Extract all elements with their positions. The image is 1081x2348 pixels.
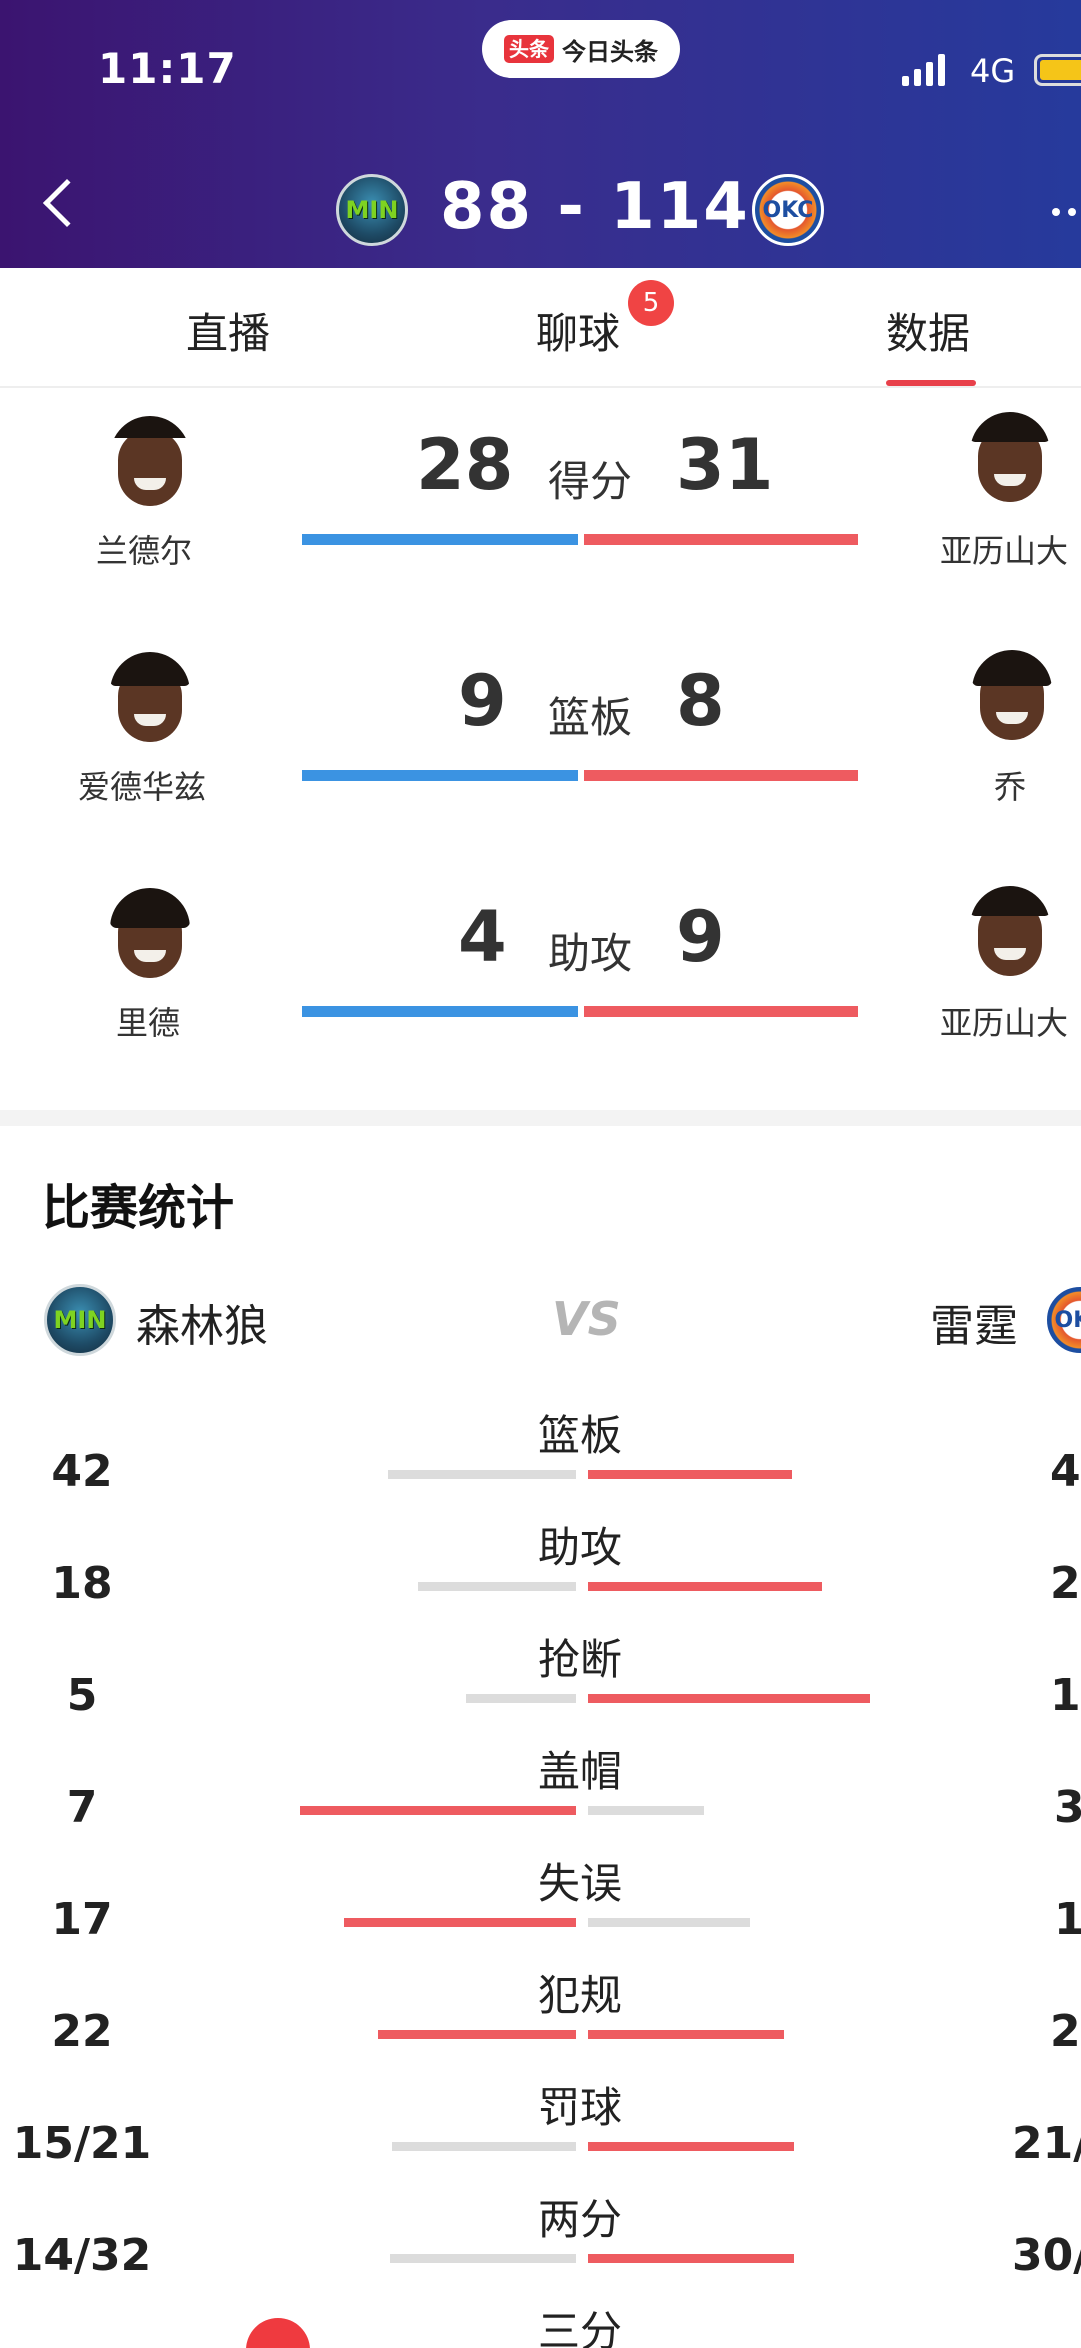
leader-stat-label-2: 篮板 (548, 693, 633, 742)
stat-bar-right-free-throws (588, 2142, 794, 2151)
app-source-pill[interactable]: 头条 今日头条 (482, 20, 680, 78)
stat-label-three-pointers: 三分 (537, 2307, 622, 2348)
leader-bar-left-3 (302, 1006, 578, 1017)
leader-bar-left-2 (302, 770, 578, 781)
leader-right-name-3[interactable]: 亚历山大 (940, 998, 1068, 1044)
tab-live[interactable]: 直播 (186, 300, 270, 361)
player-avatar-right-3[interactable] (970, 886, 1050, 976)
stat-bar-right-assists (588, 1582, 822, 1591)
stat-right-free-throws: 21/ (1012, 2118, 1081, 2169)
stat-label-free-throws: 罚球 (537, 2083, 622, 2132)
stat-left-two-pointers: 14/32 (12, 2230, 152, 2281)
network-type: 4G (970, 52, 1016, 90)
game-score: 88 - 114 (440, 170, 750, 244)
tab-chat[interactable]: 聊球 (536, 300, 620, 361)
stat-bar-left-assists (418, 1582, 576, 1591)
stat-bar-left-rebounds (388, 1470, 576, 1479)
tab-stats[interactable]: 数据 (886, 300, 970, 361)
stat-label-rebounds: 篮板 (537, 1411, 622, 1460)
stat-bar-right-rebounds (588, 1470, 792, 1479)
player-avatar-left-1[interactable] (110, 416, 190, 506)
leader-right-value-1: 31 (676, 424, 774, 506)
stat-label-steals: 抢断 (537, 1635, 622, 1684)
app-name: 今日头条 (562, 37, 658, 66)
stat-bar-left-free-throws (392, 2142, 576, 2151)
active-tab-indicator (886, 380, 976, 386)
stat-bar-left-blocks (300, 1806, 576, 1815)
chat-count-badge: 5 (628, 280, 674, 326)
stat-left-assists: 18 (51, 1558, 113, 1609)
leader-right-name-2[interactable]: 乔 (994, 762, 1026, 808)
stat-right-turnovers: 1 (1054, 1894, 1081, 1945)
player-avatar-left-3[interactable] (110, 888, 190, 978)
stat-left-rebounds: 42 (51, 1446, 113, 1497)
leader-left-value-3: 4 (458, 896, 507, 978)
section-title: 比赛统计 (42, 1180, 235, 1236)
stat-right-blocks: 3 (1054, 1782, 1081, 1833)
more-icon[interactable] (1052, 208, 1081, 216)
leader-stat-label-3: 助攻 (548, 929, 633, 978)
stat-label-assists: 助攻 (537, 1523, 622, 1572)
stat-right-assists: 2 (1050, 1558, 1081, 1609)
signal-icon (902, 52, 945, 86)
back-icon[interactable] (42, 178, 92, 228)
stat-bar-right-steals (588, 1694, 870, 1703)
stat-right-steals: 1 (1050, 1670, 1081, 1721)
vs-label: VS (552, 1292, 621, 1346)
player-avatar-left-2[interactable] (110, 652, 190, 742)
stat-label-turnovers: 失误 (537, 1859, 622, 1908)
leader-right-name-1[interactable]: 亚历山大 (940, 526, 1068, 572)
stat-bar-left-two-pointers (390, 2254, 576, 2263)
stat-bar-left-turnovers (344, 1918, 576, 1927)
home-team-logo-small[interactable]: MIN (44, 1284, 116, 1356)
home-team-name[interactable]: 森林狼 (136, 1290, 268, 1354)
stat-bar-right-blocks (588, 1806, 704, 1815)
leader-bar-left-1 (302, 534, 578, 545)
stat-left-steals: 5 (66, 1670, 98, 1721)
stat-label-blocks: 盖帽 (537, 1747, 622, 1796)
away-team-logo[interactable]: OKC (752, 174, 824, 246)
stat-right-two-pointers: 30/ (1012, 2230, 1081, 2281)
leader-left-name-1[interactable]: 兰德尔 (96, 526, 192, 572)
toutiao-logo: 头条 (504, 35, 554, 63)
battery-icon (1034, 54, 1081, 86)
leader-right-value-2: 8 (676, 660, 725, 742)
leader-right-value-3: 9 (676, 896, 725, 978)
stat-left-fouls: 22 (51, 2006, 113, 2057)
leader-bar-right-3 (584, 1006, 858, 1017)
stat-left-free-throws: 15/21 (12, 2118, 152, 2169)
floating-action-button[interactable] (246, 2318, 310, 2348)
tab-bar: 直播 聊球 数据 (0, 268, 1081, 388)
stat-label-fouls: 犯规 (537, 1971, 622, 2020)
stat-left-turnovers: 17 (51, 1894, 113, 1945)
leader-bar-right-2 (584, 770, 858, 781)
leader-stat-label-1: 得分 (548, 457, 633, 506)
stat-bar-right-turnovers (588, 1918, 750, 1927)
section-divider (0, 1110, 1081, 1126)
player-avatar-right-2[interactable] (972, 650, 1052, 740)
stat-bar-right-fouls (588, 2030, 784, 2039)
stat-left-blocks: 7 (66, 1782, 98, 1833)
leader-left-value-2: 9 (458, 660, 507, 742)
leader-bar-right-1 (584, 534, 858, 545)
status-time: 11:17 (98, 44, 237, 93)
leader-left-name-2[interactable]: 爱德华兹 (78, 762, 206, 808)
away-team-logo-small[interactable]: OKC (1044, 1284, 1081, 1356)
stat-bar-left-steals (466, 1694, 576, 1703)
leader-left-name-3[interactable]: 里德 (116, 998, 180, 1044)
away-team-name[interactable]: 雷霆 (930, 1290, 1018, 1354)
stat-bar-right-two-pointers (588, 2254, 794, 2263)
leader-left-value-1: 28 (416, 424, 514, 506)
game-header: 11:17 头条 今日头条 4G MIN 88 - 114 OKC (0, 0, 1081, 268)
home-team-logo[interactable]: MIN (336, 174, 408, 246)
player-avatar-right-1[interactable] (970, 412, 1050, 502)
stat-right-rebounds: 4 (1050, 1446, 1081, 1497)
stat-bar-left-fouls (378, 2030, 576, 2039)
stat-right-fouls: 2 (1050, 2006, 1081, 2057)
stat-label-two-pointers: 两分 (537, 2195, 622, 2244)
